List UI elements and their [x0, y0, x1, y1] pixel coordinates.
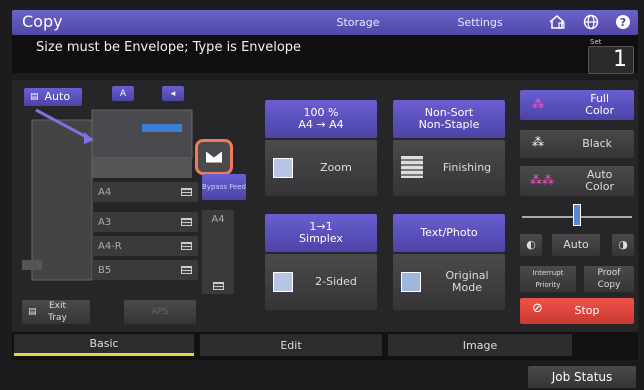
- stop-icon: ⊘: [532, 301, 543, 316]
- zoom-info: 100 % A4 → A4: [265, 100, 377, 138]
- auto-color-icon: ⁂⁂: [530, 173, 554, 187]
- density-darker-button[interactable]: ◑: [612, 234, 634, 256]
- finishing-button[interactable]: Finishing: [393, 140, 505, 196]
- home-icon[interactable]: [544, 11, 570, 33]
- half-circle-right-icon: ◑: [618, 238, 628, 251]
- storage-button[interactable]: Storage: [318, 12, 398, 33]
- job-status-button[interactable]: Job Status: [528, 366, 636, 388]
- proof-copy-button[interactable]: Proof Copy: [584, 266, 634, 292]
- envelope-icon: [206, 151, 222, 163]
- full-color-icon: ⁂: [532, 97, 544, 111]
- zoom-button[interactable]: Zoom: [265, 140, 377, 196]
- paper-tray-icon: [181, 242, 192, 250]
- full-color-button[interactable]: ⁂ Full Color: [520, 90, 634, 120]
- copy-count-display[interactable]: 1: [588, 46, 634, 74]
- auto-color-button[interactable]: ⁂⁂ Auto Color: [520, 166, 634, 196]
- app-title: Copy: [22, 12, 63, 31]
- duplex-info: 1→1 Simplex: [265, 214, 377, 252]
- interrupt-priority-button[interactable]: Interrupt Priority: [520, 266, 576, 292]
- density-slider-handle[interactable]: [573, 204, 581, 226]
- paper-tray-icon: [212, 282, 224, 290]
- settings-button[interactable]: Settings: [440, 12, 520, 33]
- help-icon[interactable]: ?: [610, 11, 636, 33]
- zoom-icon: [273, 158, 293, 178]
- globe-icon[interactable]: [578, 11, 604, 33]
- aps-button[interactable]: APS: [124, 300, 196, 324]
- paper-tray-1[interactable]: A4: [92, 182, 198, 202]
- paper-tray-4[interactable]: B5: [92, 260, 198, 280]
- paper-tray-3[interactable]: A4-R: [92, 236, 198, 256]
- density-lighter-button[interactable]: ◐: [520, 234, 542, 256]
- set-label: Set: [590, 38, 602, 46]
- envelope-highlight[interactable]: [195, 139, 233, 175]
- black-button[interactable]: ⁂ Black: [520, 130, 634, 158]
- exit-tray-button[interactable]: ▤ Exit Tray: [22, 300, 90, 324]
- density-auto-button[interactable]: Auto: [552, 234, 600, 256]
- svg-text:?: ?: [620, 16, 626, 29]
- black-icon: ⁂: [532, 135, 544, 149]
- tab-basic[interactable]: Basic: [14, 334, 194, 356]
- envelope-tray-button[interactable]: ◂: [162, 86, 184, 101]
- envelope-side-icon: ◂: [170, 88, 176, 99]
- status-message: Size must be Envelope; Type is Envelope: [36, 40, 302, 55]
- original-info: Text/Photo: [393, 214, 505, 252]
- stop-button[interactable]: ⊘ Stop: [520, 298, 634, 324]
- paper-tray-2[interactable]: A3: [92, 212, 198, 232]
- original-mode-icon: [401, 272, 421, 292]
- bypass-feed-button[interactable]: Bypass Feed: [202, 174, 246, 200]
- two-sided-button[interactable]: 2-Sided: [265, 254, 377, 310]
- finishing-icon: [401, 156, 423, 178]
- tab-image[interactable]: Image: [388, 334, 572, 356]
- half-circle-left-icon: ◐: [526, 238, 536, 251]
- paper-tray-icon: [181, 188, 192, 196]
- tray-a-button[interactable]: A: [112, 86, 134, 101]
- paper-tray-icon: [181, 218, 192, 226]
- duplex-icon: [273, 272, 293, 292]
- finishing-info: Non-Sort Non-Staple: [393, 100, 505, 138]
- bypass-tray[interactable]: A4: [202, 210, 234, 294]
- tray-icon: ▤: [28, 307, 37, 317]
- tab-edit[interactable]: Edit: [200, 334, 382, 356]
- paper-tray-icon: [181, 266, 192, 274]
- original-mode-button[interactable]: Original Mode: [393, 254, 505, 310]
